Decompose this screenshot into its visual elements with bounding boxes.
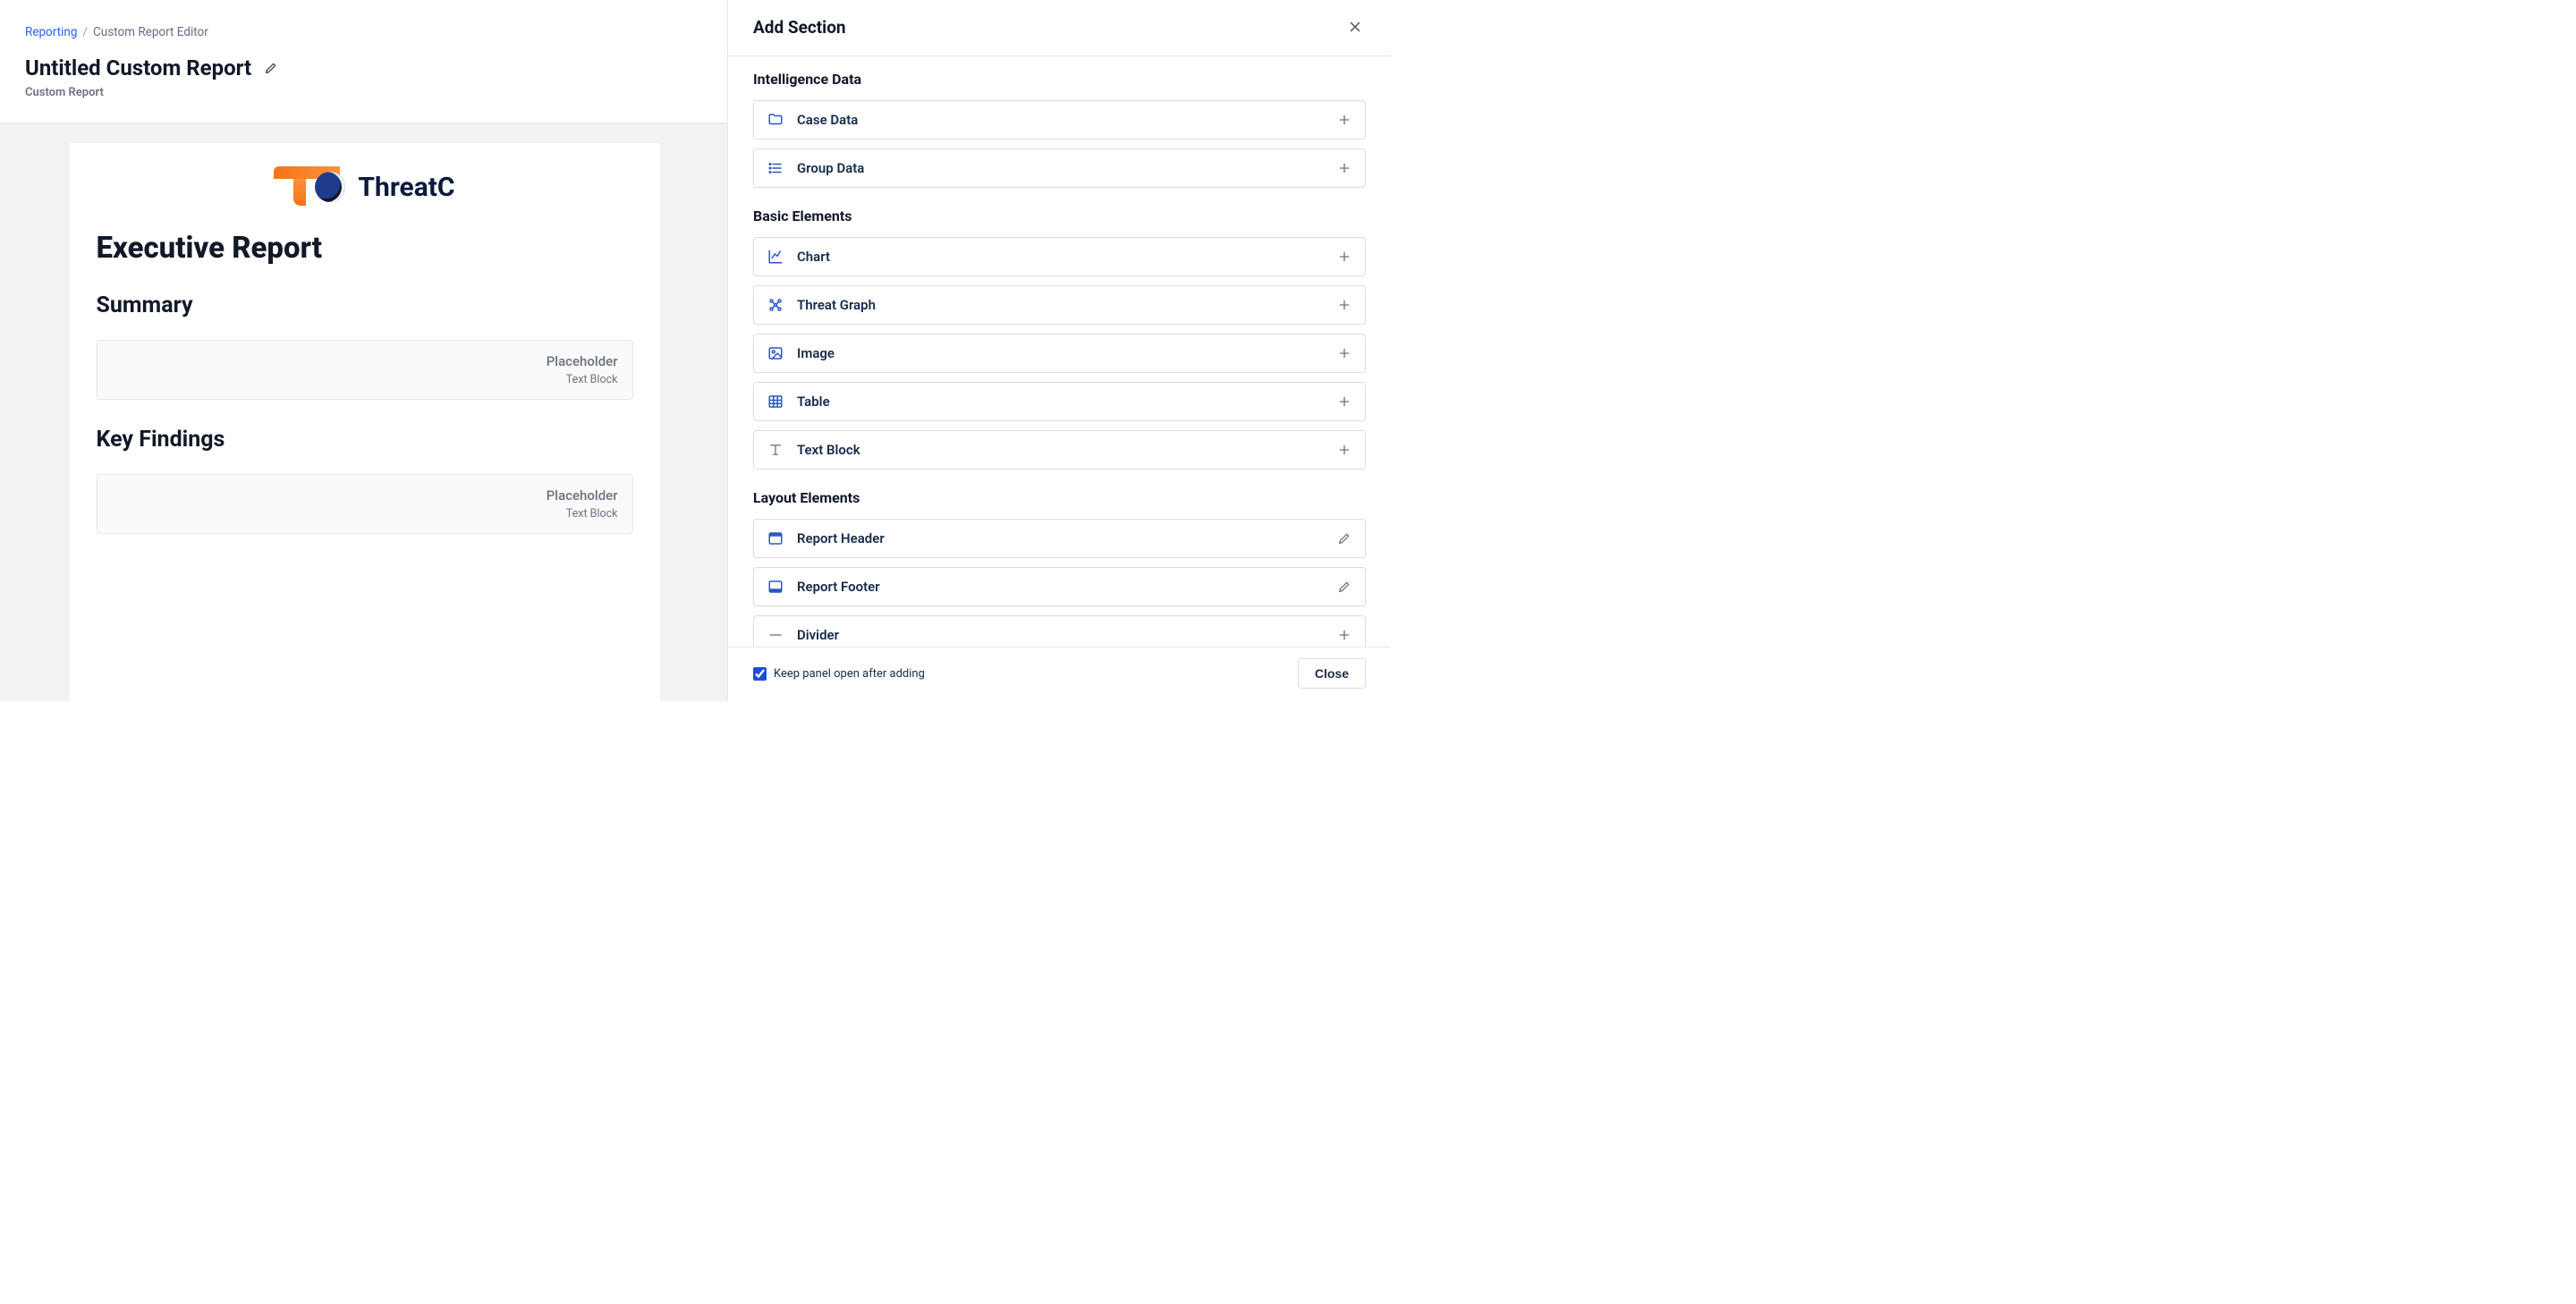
- panel-group: Layout Elements Report Header Report Foo…: [753, 489, 1366, 647]
- section-option-threat-graph[interactable]: Threat Graph: [753, 285, 1366, 325]
- header-icon: [767, 529, 784, 547]
- edit-title-button[interactable]: [258, 55, 284, 80]
- panel-group-heading: Intelligence Data: [753, 71, 1366, 88]
- image-icon: [767, 344, 784, 362]
- section-option-report-footer[interactable]: Report Footer: [753, 567, 1366, 606]
- placeholder-block[interactable]: Placeholder Text Block: [97, 340, 633, 400]
- page-subtitle: Custom Report: [0, 84, 729, 99]
- text-icon: [767, 441, 784, 459]
- placeholder-title: Placeholder: [112, 487, 618, 504]
- plus-icon: [1336, 345, 1352, 361]
- breadcrumb-link-reporting[interactable]: Reporting: [25, 25, 77, 39]
- section-option-label: Divider: [797, 627, 839, 643]
- section-option-label: Table: [797, 394, 830, 410]
- plus-icon: [1336, 297, 1352, 313]
- section-option-label: Report Header: [797, 530, 885, 546]
- breadcrumb: Reporting / Custom Report Editor: [0, 0, 729, 39]
- report-sections: Summary Placeholder Text Block Key Findi…: [97, 292, 633, 534]
- page-title: Untitled Custom Report: [25, 55, 251, 80]
- plus-icon: [1336, 249, 1352, 265]
- panel-footer: Keep panel open after adding Close: [728, 647, 1391, 701]
- report-section-heading: Summary: [97, 292, 633, 318]
- placeholder-block[interactable]: Placeholder Text Block: [97, 474, 633, 534]
- placeholder-title: Placeholder: [112, 353, 618, 369]
- section-option-report-header[interactable]: Report Header: [753, 519, 1366, 558]
- plus-icon: [1336, 160, 1352, 176]
- section-option-table[interactable]: Table: [753, 382, 1366, 421]
- section-option-label: Report Footer: [797, 579, 880, 595]
- logo-text: ThreatC: [358, 172, 454, 203]
- panel-group: Intelligence Data Case Data Group Data: [753, 71, 1366, 188]
- panel-group: Basic Elements Chart Threat Graph Image …: [753, 207, 1366, 470]
- folder-icon: [767, 111, 784, 129]
- close-button[interactable]: Close: [1298, 658, 1366, 689]
- report-canvas: ThreatC Executive Report Summary Placeho…: [0, 123, 729, 701]
- logo-mark-icon: [274, 166, 351, 207]
- close-icon: [1347, 19, 1363, 35]
- panel-group-heading: Basic Elements: [753, 207, 1366, 224]
- logo: ThreatC: [274, 166, 454, 207]
- table-icon: [767, 393, 784, 411]
- placeholder-subtitle: Text Block: [112, 507, 618, 521]
- section-option-image[interactable]: Image: [753, 334, 1366, 373]
- list-icon: [767, 159, 784, 177]
- section-option-label: Image: [797, 345, 835, 361]
- section-option-label: Case Data: [797, 112, 858, 128]
- graph-nodes-icon: [767, 296, 784, 314]
- plus-icon: [1336, 627, 1352, 643]
- section-option-case-data[interactable]: Case Data: [753, 100, 1366, 140]
- main-column: Reporting / Custom Report Editor Untitle…: [0, 0, 729, 701]
- section-option-label: Chart: [797, 249, 830, 265]
- section-option-divider[interactable]: Divider: [753, 615, 1366, 647]
- pencil-icon: [264, 61, 278, 75]
- chart-line-icon: [767, 248, 784, 266]
- placeholder-subtitle: Text Block: [112, 373, 618, 386]
- keep-panel-open-toggle[interactable]: Keep panel open after adding: [753, 667, 925, 681]
- section-option-text-block[interactable]: Text Block: [753, 430, 1366, 470]
- breadcrumb-separator: /: [82, 25, 88, 39]
- section-option-group-data[interactable]: Group Data: [753, 148, 1366, 188]
- pencil-icon: [1336, 530, 1352, 546]
- plus-icon: [1336, 112, 1352, 128]
- panel-group-heading: Layout Elements: [753, 489, 1366, 506]
- plus-icon: [1336, 394, 1352, 410]
- keep-panel-open-checkbox[interactable]: [753, 667, 767, 681]
- page-title-row: Untitled Custom Report: [0, 39, 729, 84]
- keep-panel-open-label: Keep panel open after adding: [774, 667, 925, 681]
- plus-icon: [1336, 442, 1352, 458]
- section-option-chart[interactable]: Chart: [753, 237, 1366, 276]
- section-option-label: Group Data: [797, 160, 864, 176]
- footer-icon: [767, 578, 784, 596]
- report-logo: ThreatC: [97, 166, 633, 207]
- breadcrumb-current: Custom Report Editor: [93, 25, 208, 39]
- pencil-icon: [1336, 579, 1352, 595]
- report-section-heading: Key Findings: [97, 427, 633, 453]
- section-option-label: Text Block: [797, 442, 860, 458]
- panel-close-button[interactable]: [1344, 16, 1366, 38]
- report-title: Executive Report: [97, 231, 633, 266]
- section-option-label: Threat Graph: [797, 297, 876, 313]
- panel-header: Add Section: [728, 0, 1391, 56]
- divider-icon: [767, 626, 784, 644]
- add-section-panel: Add Section Intelligence Data Case Data …: [727, 0, 1391, 701]
- panel-body: Intelligence Data Case Data Group Data B…: [728, 56, 1391, 647]
- report-page: ThreatC Executive Report Summary Placeho…: [70, 143, 660, 701]
- panel-title: Add Section: [753, 17, 846, 38]
